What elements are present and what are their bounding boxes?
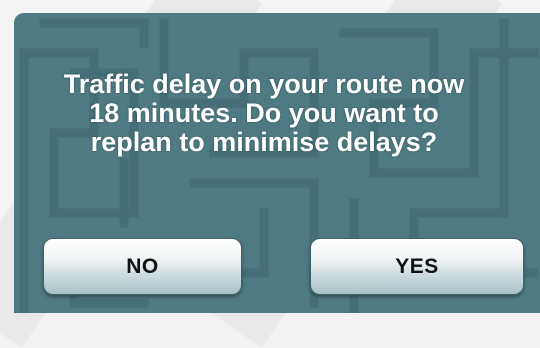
- message-line: Traffic delay on your route now: [63, 69, 465, 99]
- delay-message: Traffic delay on your route now 18 minut…: [14, 70, 514, 157]
- message-line: replan to minimise delays?: [90, 127, 438, 157]
- traffic-delay-dialog: Traffic delay on your route now 18 minut…: [14, 13, 540, 313]
- message-line: 18 minutes. Do you want to: [89, 98, 439, 128]
- no-button-label: NO: [126, 254, 159, 278]
- no-button[interactable]: NO: [43, 238, 242, 295]
- yes-button-label: YES: [395, 254, 439, 278]
- yes-button[interactable]: YES: [310, 238, 524, 295]
